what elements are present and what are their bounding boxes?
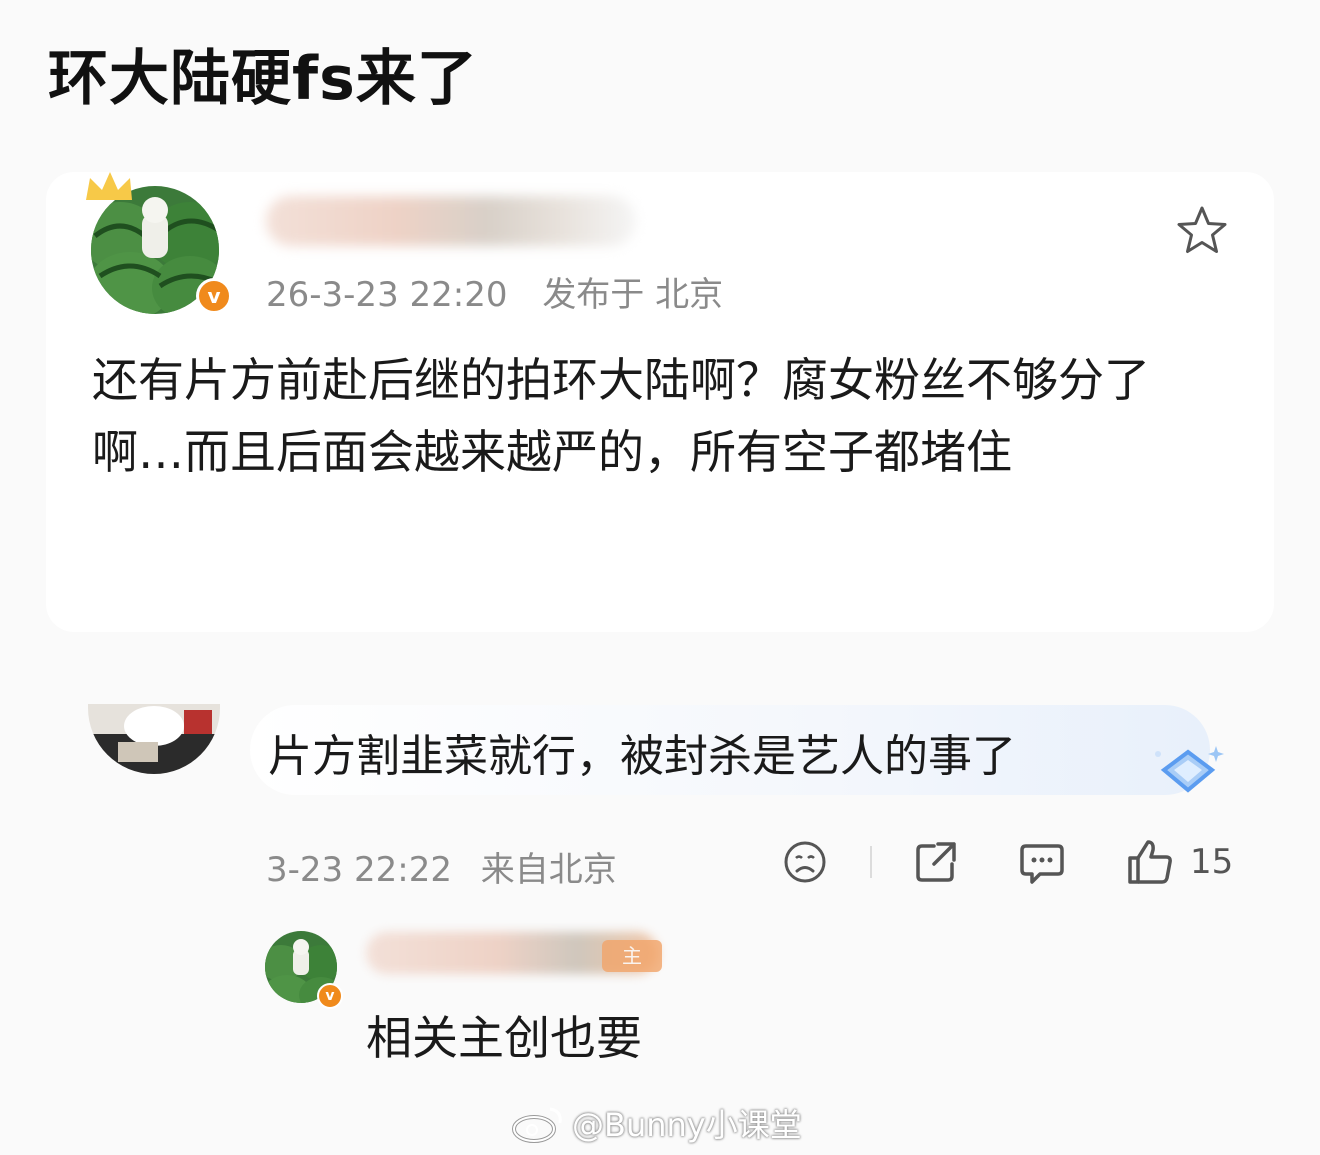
commenter-avatar[interactable] <box>88 704 220 774</box>
post-body-text: 还有片方前赴后继的拍环大陆啊？腐女粉丝不够分了啊…而且后面会越来越严的，所有空子… <box>92 353 1150 479</box>
thumbs-up-icon[interactable] <box>1126 836 1174 888</box>
reply-author-avatar[interactable]: v <box>263 929 343 1009</box>
post-author-avatar[interactable]: v <box>86 172 232 316</box>
weibo-logo-icon <box>512 1107 562 1143</box>
headline: 环大陆硬fs来了 <box>48 44 478 114</box>
reply-text: 相关主创也要 <box>366 1011 642 1065</box>
share-icon[interactable] <box>912 836 960 888</box>
watermark-text: @Bunny小课堂 <box>572 1106 802 1144</box>
comment-bubble-icon[interactable] <box>1018 836 1066 888</box>
post-location: 发布于 北京 <box>542 275 724 315</box>
post-timestamp: 26-3-23 22:20 <box>266 275 508 315</box>
verified-v-badge-icon: v <box>196 278 232 314</box>
diamond-decoration-icon <box>1155 746 1224 793</box>
post-author-name-blurred[interactable] <box>266 196 636 246</box>
verified-v-badge-icon: v <box>317 983 343 1009</box>
sad-face-icon[interactable] <box>782 836 828 888</box>
comment-text: 片方割韭菜就行，被封杀是艺人的事了 <box>268 731 1016 782</box>
comment-meta: 3-23 22:22 来自北京 <box>266 842 617 891</box>
comment-timestamp: 3-23 22:22 <box>266 850 452 890</box>
author-badge: 主 <box>602 940 662 972</box>
post-meta: 26-3-23 22:20 发布于 北京 <box>266 267 723 316</box>
star-outline-icon[interactable] <box>1174 203 1230 259</box>
comment-source: 来自北京 <box>480 850 617 890</box>
crown-icon <box>86 172 132 200</box>
like-count: 15 <box>1190 842 1234 882</box>
watermark: @Bunny小课堂 <box>512 1100 802 1146</box>
action-divider <box>870 846 872 878</box>
